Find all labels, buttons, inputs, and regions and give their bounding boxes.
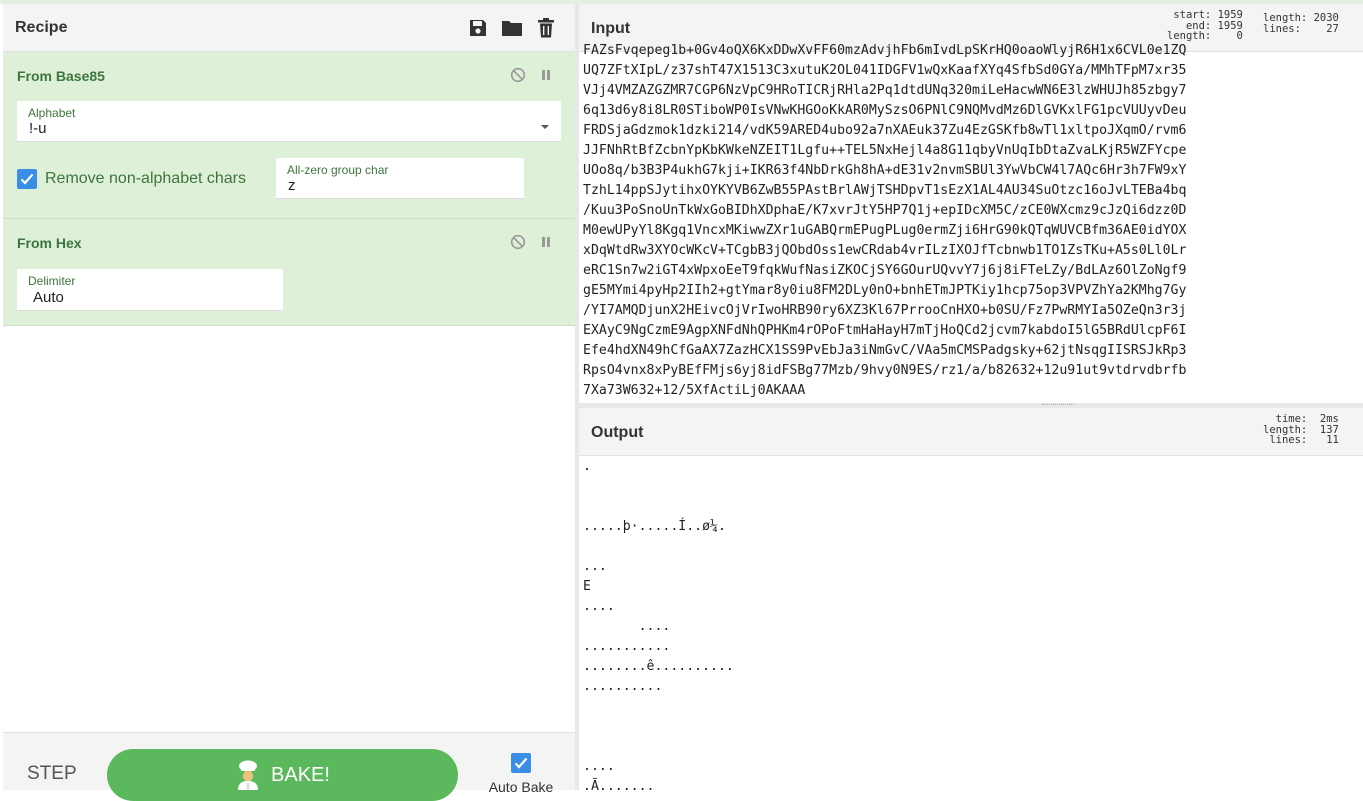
output-line: .	[583, 459, 591, 474]
bake-controls: STEP BAKE! Auto Bake	[3, 732, 575, 801]
auto-bake-toggle[interactable]: Auto Bake	[486, 753, 556, 795]
delimiter-input[interactable]: Delimiter Auto	[17, 269, 283, 311]
recipe-panel: Recipe From Base85 Alphabet !-u Remove n…	[3, 4, 575, 801]
save-icon[interactable]	[461, 4, 495, 52]
checkbox-checked-icon[interactable]	[17, 169, 37, 189]
input-line: TzhL14ppSJytihxOYKYVB6ZwB55PAstBrlAWjTSH…	[583, 183, 1187, 198]
bake-label: BAKE!	[271, 763, 330, 786]
operation-from-hex[interactable]: From Hex Delimiter Auto	[3, 219, 575, 326]
input-line: gE5MYmi4pyHp2IIh2+gtYmar8y0iu8FM2DLy0nO+…	[583, 283, 1187, 298]
input-line: JJFNhRtBfZcbnYpKbKWkeNZEIT1Lgfu++TEL5NxH…	[583, 143, 1187, 158]
alphabet-select[interactable]: Alphabet !-u	[17, 101, 561, 142]
output-stats: time: 2ms length: 137 lines: 11	[1263, 413, 1339, 446]
delimiter-label: Delimiter	[28, 274, 76, 288]
input-line: 6q13d6y8i8LR0STiboWP0IsVNwKHGOoKkAR0MySz…	[583, 103, 1187, 118]
output-header: Output time: 2ms length: 137 lines: 11	[579, 408, 1363, 456]
input-line: xDqWtdRw3XYOcWKcV+TCgbB3jQObdOss1ewCRdab…	[583, 243, 1187, 258]
input-line: eRC1Sn7w2iGT4xWpxoEeT9fqkWufNasiZKOCjSY6…	[583, 263, 1187, 278]
disable-icon[interactable]	[509, 66, 527, 84]
output-line: ..........	[583, 679, 663, 694]
operation-title: From Base85	[17, 68, 105, 84]
input-line: UOo8q/b3B3P4ukhG7kji+IKR63f4NbDrkGh8hA+d…	[583, 163, 1187, 178]
zero-group-label: All-zero group char	[287, 163, 389, 177]
recipe-header: Recipe	[3, 4, 575, 52]
operation-from-base85[interactable]: From Base85 Alphabet !-u Remove non-alph…	[3, 52, 575, 219]
output-line: E	[583, 579, 591, 594]
output-textarea[interactable]: . .....þ·.....Í..ø¼.... E.... ............…	[583, 457, 1359, 790]
delimiter-value: Auto	[33, 289, 64, 306]
step-button[interactable]: STEP	[27, 763, 77, 785]
disable-icon[interactable]	[509, 233, 527, 251]
resizer-grip-icon	[1042, 404, 1074, 406]
recipe-title: Recipe	[15, 18, 68, 36]
bake-button[interactable]: BAKE!	[107, 749, 458, 801]
chef-icon	[235, 760, 261, 790]
input-title: Input	[591, 20, 631, 37]
output-line: ....	[583, 619, 671, 634]
output-line: .....þ·.....Í..ø¼.	[583, 519, 726, 534]
output-line: ...	[583, 559, 607, 574]
input-stats-selection: start: 1959 end: 1959 length: 0	[1167, 9, 1243, 42]
zero-group-value: z	[288, 177, 296, 194]
input-line: 7Xa73W632+12/5XfActiLj0AKAAA	[583, 383, 806, 398]
input-stats-length: length: 2030 lines: 27	[1263, 12, 1339, 35]
input-line: UQ7ZFtXIpL/z37shT47X1513C3xutuK2OL041IDG…	[583, 63, 1187, 78]
remove-non-alphabet-checkbox[interactable]: Remove non-alphabet chars	[17, 169, 246, 189]
caret-down-icon	[540, 117, 550, 135]
input-line: VJj4VMZAZGZMR7CGP6NzVpC9HRoTICRjRHla2Pq1…	[583, 83, 1187, 98]
zero-group-char-input[interactable]: All-zero group char z	[276, 158, 524, 199]
checkbox-checked-icon[interactable]	[511, 753, 531, 773]
remove-non-alphabet-label: Remove non-alphabet chars	[45, 170, 247, 187]
output-line: ........ê..........	[583, 659, 734, 674]
output-line: .Ã.......	[583, 779, 655, 790]
alphabet-value: !-u	[29, 120, 47, 137]
input-line: RpsO4vnx8xPyBEfFMjs6yj8idFSBg77Mzb/9hvy0…	[583, 363, 1187, 378]
input-line: /Kuu3PoSnoUnTkWxGoBIDhXDphaE/K7xvrJtY5HP…	[583, 203, 1187, 218]
operation-title: From Hex	[17, 235, 82, 251]
input-line: M0ewUPyYl8Kgq1VncxMKiwwZXr1uGABQrmEPugPL…	[583, 223, 1187, 238]
output-title: Output	[591, 424, 644, 441]
auto-bake-label: Auto Bake	[488, 779, 554, 795]
input-textarea[interactable]: FAZsFvqepeg1b+0Gv4oQX6KxDDwXvFF60mzAdvjh…	[583, 41, 1359, 403]
input-line: FRDSjaGdzmok1dzki214/vdK59ARED4ubo92a7nX…	[583, 123, 1187, 138]
trash-icon[interactable]	[529, 4, 563, 52]
output-line: ...........	[583, 639, 671, 654]
folder-icon[interactable]	[495, 4, 529, 52]
output-line: ....	[583, 599, 615, 614]
alphabet-label: Alphabet	[28, 106, 76, 120]
input-line: FAZsFvqepeg1b+0Gv4oQX6KxDDwXvFF60mzAdvjh…	[583, 43, 1187, 58]
panel-resizer-vertical[interactable]	[575, 4, 579, 790]
output-line: ....	[583, 759, 615, 774]
pause-icon[interactable]	[537, 233, 555, 251]
input-line: /YI7AMQDjunX2HEivcOjVrIwoHRB90ry6XZ3Kl67…	[583, 303, 1187, 318]
input-line: EXAyC9NgCzmE9AgpXNFdNhQPHKm4rOPoFtmHaHay…	[583, 323, 1187, 338]
pause-icon[interactable]	[537, 66, 555, 84]
input-line: Efe4hdXN49hCfGaAX7ZazHCX1SS9PvEbJa3iNmGv…	[583, 343, 1187, 358]
